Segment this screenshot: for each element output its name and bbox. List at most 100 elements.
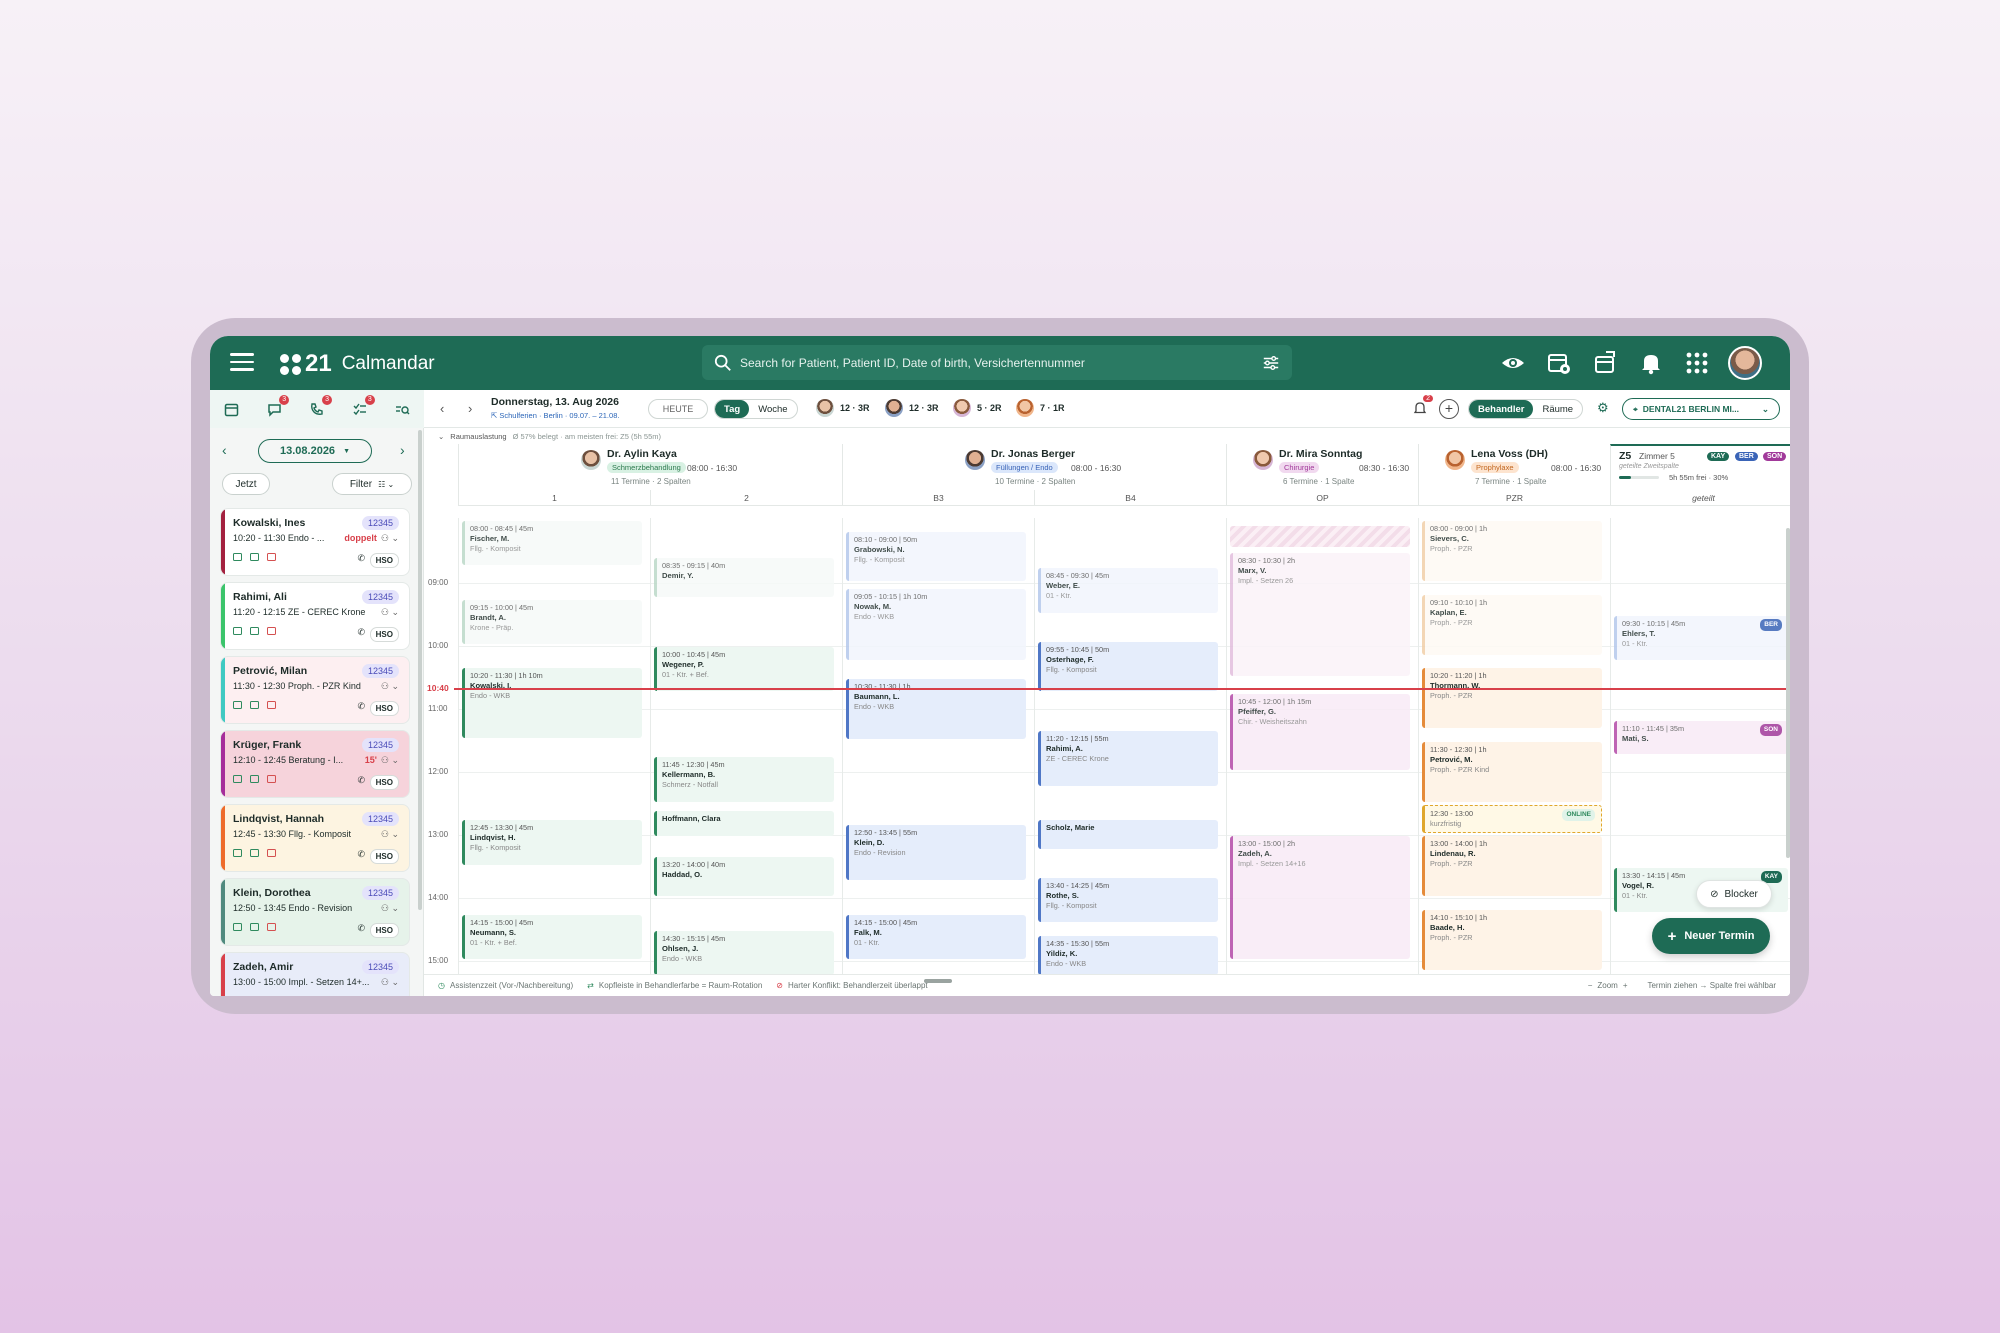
today-button[interactable]: HEUTE [648, 399, 708, 419]
next-date-icon[interactable]: › [400, 442, 405, 458]
add-circle-icon[interactable]: + [1439, 399, 1459, 419]
appointment-block[interactable]: 14:35 - 15:30 | 55m Yildiz, K. Endo - WK… [1038, 935, 1218, 974]
appointment-block[interactable]: 09:10 - 10:10 | 1h Kaplan, E. Proph. - P… [1422, 594, 1602, 655]
tab-calls[interactable]: 3 [304, 395, 332, 421]
patient-card[interactable]: Petrović, Milan 12345 11:30 - 12:30 Prop… [220, 656, 410, 724]
document-icon[interactable] [250, 627, 259, 635]
room-usage-bar[interactable]: ⌄ Raumauslastung Ø 57% belegt · am meist… [424, 428, 1790, 444]
drag-handle[interactable] [924, 979, 952, 983]
appointment-block[interactable]: 09:30 - 10:15 | 45m Ehlers, T. 01 - Ktr.… [1614, 615, 1788, 660]
appointment-block[interactable]: 11:20 - 12:15 | 55m Rahimi, A. ZE - CERE… [1038, 730, 1218, 786]
tab-search-list[interactable] [390, 397, 416, 421]
document-icon[interactable] [250, 701, 259, 709]
settings-gear-icon[interactable]: ⚙ [1597, 400, 1609, 416]
menu-icon[interactable] [230, 353, 254, 371]
appointment-block[interactable]: 11:10 - 11:45 | 35m Mati, S. SON [1614, 720, 1788, 755]
practitioner-pill-3[interactable]: 5 · 2R [953, 399, 1002, 417]
appointment-block[interactable]: 09:15 - 10:00 | 45m Brandt, A. Krone - P… [462, 599, 642, 644]
appointment-block[interactable]: 10:20 - 11:30 | 1h 10m Kowalski, I. Endo… [462, 667, 642, 739]
tab-rooms[interactable]: Räume [1533, 400, 1582, 418]
search-input[interactable] [740, 355, 1230, 370]
appointment-block[interactable]: 08:45 - 09:30 | 45m Weber, E. 01 - Ktr. [1038, 568, 1218, 613]
patient-card[interactable]: Rahimi, Ali 12345 11:20 - 12:15 ZE - CER… [220, 582, 410, 650]
practitioner-pill-4[interactable]: 7 · 1R [1016, 399, 1065, 417]
card-icon[interactable] [233, 775, 242, 783]
appointment-block[interactable]: Scholz, Marie [1038, 820, 1218, 849]
appointment-block[interactable]: 14:10 - 15:10 | 1h Baade, H. Proph. - PZ… [1422, 909, 1602, 970]
card-icon[interactable] [233, 923, 242, 931]
apps-grid-icon[interactable] [1684, 350, 1710, 376]
alert-doc-icon[interactable] [267, 627, 276, 635]
appointment-block[interactable]: 13:00 - 15:00 | 2h Zadeh, A. Impl. - Set… [1230, 836, 1410, 959]
phone-icon[interactable]: ✆ [357, 923, 365, 934]
zoom-in-icon[interactable]: + [1623, 981, 1628, 990]
patient-card[interactable]: Lindqvist, Hannah 12345 12:45 - 13:30 Fl… [220, 804, 410, 872]
phone-icon[interactable]: ✆ [357, 553, 365, 564]
appointment-block[interactable]: 10:20 - 11:20 | 1h Thormann, W. Proph. -… [1422, 667, 1602, 728]
card-icon[interactable] [233, 849, 242, 857]
appointment-block[interactable]: 13:20 - 14:00 | 40m Haddad, O. [654, 856, 834, 896]
patient-card[interactable]: Krüger, Frank 12345 12:10 - 12:45 Beratu… [220, 730, 410, 798]
sidebar-scrollbar[interactable] [418, 430, 422, 910]
bell-icon[interactable] [1638, 350, 1664, 376]
card-icon[interactable] [233, 701, 242, 709]
alert-doc-icon[interactable] [267, 701, 276, 709]
user-avatar[interactable] [1728, 346, 1762, 380]
appointment-block[interactable]: 08:35 - 09:15 | 40m Demir, Y. [654, 557, 834, 597]
new-appointment-button[interactable]: + Neuer Termin [1652, 918, 1770, 954]
filter-button[interactable]: Filter ☷ ⌄ [332, 473, 412, 495]
document-icon[interactable] [250, 923, 259, 931]
document-icon[interactable] [250, 553, 259, 561]
zoom-out-icon[interactable]: − [1588, 981, 1593, 990]
alert-doc-icon[interactable] [267, 923, 276, 931]
appointment-block[interactable]: 08:00 - 09:00 | 1h Sievers, C. Proph. - … [1422, 521, 1602, 581]
eye-icon[interactable] [1500, 350, 1526, 376]
card-icon[interactable] [233, 627, 242, 635]
prev-date-icon[interactable]: ‹ [222, 442, 227, 458]
appointment-block[interactable]: 08:30 - 10:30 | 2h Marx, V. Impl. - Setz… [1230, 552, 1410, 676]
appointment-block[interactable]: 14:15 - 15:00 | 45m Neumann, S. 01 - Ktr… [462, 914, 642, 959]
phone-icon[interactable]: ✆ [357, 775, 365, 786]
blocker-button[interactable]: ⊘ Blocker [1696, 880, 1772, 908]
phone-icon[interactable]: ✆ [357, 701, 365, 712]
appointment-block[interactable]: 08:10 - 09:00 | 50m Grabowski, N. Fllg. … [846, 531, 1026, 581]
tab-practitioner[interactable]: Behandler [1469, 400, 1534, 418]
location-select[interactable]: ⌖ DENTAL21 BERLIN MI... ⌄ [1622, 398, 1780, 420]
appointment-block[interactable]: 12:50 - 13:45 | 55m Klein, D. Endo - Rev… [846, 825, 1026, 881]
date-picker[interactable]: 13.08.2026 ▼ [258, 439, 372, 463]
alert-doc-icon[interactable] [267, 849, 276, 857]
appointment-block[interactable]: 14:30 - 15:15 | 45m Ohlsen, J. Endo - WK… [654, 930, 834, 974]
appointment-block[interactable]: 11:45 - 12:30 | 45m Kellermann, B. Schme… [654, 757, 834, 802]
grid-scrollbar[interactable] [1786, 528, 1790, 858]
appointment-block[interactable]: 08:00 - 08:45 | 45m Fischer, M. Fllg. - … [462, 521, 642, 566]
tab-messages[interactable]: 3 [261, 395, 290, 421]
appointment-block[interactable]: 12:45 - 13:30 | 45m Lindqvist, H. Fllg. … [462, 820, 642, 865]
prev-day-icon[interactable]: ‹ [440, 401, 444, 416]
practitioner-pill-2[interactable]: 12 · 3R [885, 399, 939, 417]
now-button[interactable]: Jetzt [222, 473, 270, 495]
notification-bell[interactable]: 2 [1413, 395, 1433, 418]
appointment-block[interactable]: 09:55 - 10:45 | 50m Osterhage, F. Fllg. … [1038, 641, 1218, 692]
appointment-block[interactable]: 13:40 - 14:25 | 45m Rothe, S. Fllg. - Ko… [1038, 878, 1218, 923]
alert-doc-icon[interactable] [267, 553, 276, 561]
calendar-settings-icon[interactable] [1546, 350, 1572, 376]
appointment-block[interactable]: 11:30 - 12:30 | 1h Petrović, M. Proph. -… [1422, 741, 1602, 802]
document-icon[interactable] [250, 849, 259, 857]
appointment-block[interactable]: Hoffmann, Clara [654, 810, 834, 837]
card-icon[interactable] [233, 553, 242, 561]
appointment-block[interactable]: 12:30 - 13:00 kurzfristig ONLINE [1422, 804, 1602, 833]
appointment-block[interactable]: 14:15 - 15:00 | 45m Falk, M. 01 - Ktr. [846, 914, 1026, 959]
appointment-block[interactable]: 13:00 - 14:00 | 1h Lindenau, R. Proph. -… [1422, 836, 1602, 896]
blocked-slot[interactable] [1230, 526, 1410, 548]
phone-icon[interactable]: ✆ [357, 849, 365, 860]
tab-week[interactable]: Woche [749, 400, 796, 418]
calendar-sync-icon[interactable] [1592, 350, 1618, 376]
appointment-block[interactable]: 09:05 - 10:15 | 1h 10m Nowak, M. Endo - … [846, 589, 1026, 660]
appointment-block[interactable]: 10:00 - 10:45 | 45m Wegener, P. 01 - Ktr… [654, 647, 834, 692]
tab-tasks[interactable]: 3 [347, 395, 375, 421]
patient-card[interactable]: Zadeh, Amir 12345 13:00 - 15:00 Impl. - … [220, 952, 410, 996]
filter-sliders-icon[interactable] [1262, 354, 1280, 372]
patient-card[interactable]: Klein, Dorothea 12345 12:50 - 13:45 Endo… [220, 878, 410, 946]
practitioner-pill-1[interactable]: 12 · 3R [816, 399, 870, 417]
tab-day[interactable]: Tag [715, 400, 750, 418]
